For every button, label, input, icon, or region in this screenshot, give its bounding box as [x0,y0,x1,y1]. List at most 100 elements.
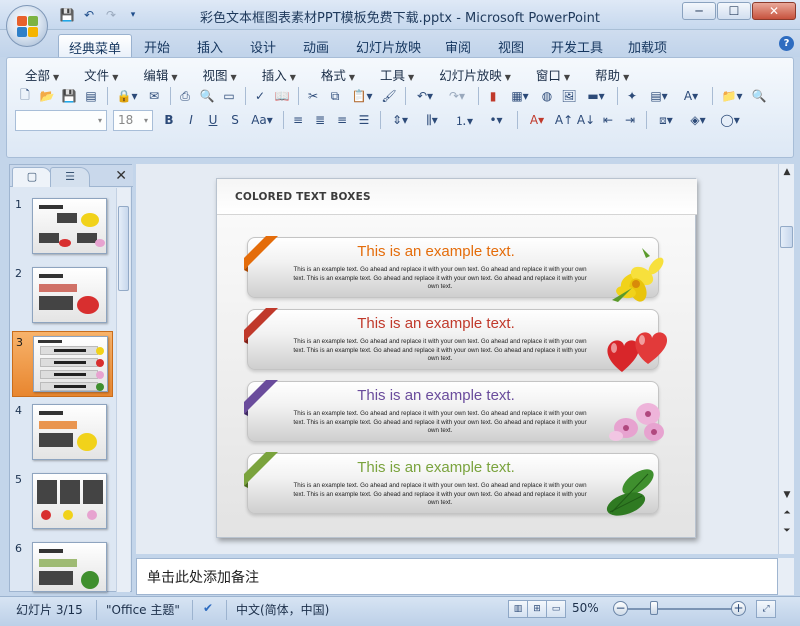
text-box-heading[interactable]: This is an example text. [248,315,624,332]
maximize-button[interactable]: ☐ [717,2,751,20]
text-box-body[interactable]: This is an example text. Go ahead and re… [292,482,588,508]
fit-to-window-icon[interactable]: ⤢ [756,600,776,618]
justify-icon[interactable]: ☰ [354,110,374,130]
align-left-icon[interactable]: ≡ [288,110,308,130]
shape-fill-icon[interactable]: ◯▾ [715,110,745,130]
text-box-3[interactable]: This is an example text. This is an exam… [244,380,664,442]
scroll-up-icon[interactable]: ▲ [781,167,793,177]
slide-view-icon[interactable]: ▭ [219,86,239,106]
tab-insert[interactable]: 插入 [187,34,233,57]
print-icon[interactable]: ⎙ [175,86,195,106]
slide-sorter-view-icon[interactable]: ⊞ [527,600,547,618]
new-slide-icon[interactable]: ✦ [622,86,642,106]
slide-vertical-scrollbar[interactable]: ▲ ▼ ⏶ ⏷ [778,164,794,554]
slide-thumbnail[interactable]: 4 [12,400,113,466]
close-button[interactable]: ✕ [752,2,796,20]
slide-thumbnail[interactable]: 2 [12,263,113,329]
text-box-1[interactable]: This is an example text. This is an exam… [244,236,664,302]
zoom-icon[interactable]: 🔍 [749,86,769,106]
increase-indent-icon[interactable]: ⇥ [620,110,640,130]
menu-tools[interactable]: 工具 ▼ [374,64,420,85]
permission-icon[interactable]: 🔒▾ [112,86,142,106]
slides-panel-scrollbar[interactable] [116,188,130,592]
tab-design[interactable]: 设计 [240,34,286,57]
format-painter-icon[interactable]: 🖌 [379,86,399,106]
text-direction-icon[interactable]: ⇕▾ [385,110,415,130]
table-icon[interactable]: ▦▾ [505,86,535,106]
layout-icon[interactable]: ▤▾ [644,86,674,106]
scroll-down-icon[interactable]: ▼ [781,490,793,500]
slide-thumbnail-selected[interactable]: 3 [12,331,113,397]
slideshow-view-icon[interactable]: ▭ [546,600,566,618]
tab-review[interactable]: 审阅 [435,34,481,57]
tab-view[interactable]: 视图 [488,34,534,57]
menu-slideshow[interactable]: 幻灯片放映 ▼ [433,64,517,85]
menu-edit[interactable]: 编辑 ▼ [137,64,183,85]
align-center-icon[interactable]: ≣ [310,110,330,130]
clipart-icon[interactable]: ◍ [537,86,557,106]
menu-all[interactable]: 全部 ▼ [19,64,65,85]
menu-format[interactable]: 格式 ▼ [315,64,361,85]
tab-home[interactable]: 开始 [134,34,180,57]
columns-icon[interactable]: ⫼▾ [417,110,447,130]
shrink-font-icon[interactable]: A↓ [576,110,596,130]
save-icon[interactable]: 💾 [59,86,79,106]
normal-view-icon[interactable]: ▥ [508,600,528,618]
textbox-icon[interactable]: A▾ [676,86,706,106]
underline-icon[interactable]: U [203,110,223,130]
menu-insert[interactable]: 插入 ▼ [256,64,302,85]
shadow-icon[interactable]: S [225,110,245,130]
undo-icon[interactable]: ↶▾ [410,86,440,106]
text-box-2[interactable]: This is an example text. This is an exam… [244,308,668,372]
slide-thumbnail[interactable]: 6 [12,538,113,592]
zoom-slider-handle[interactable] [650,601,658,615]
menu-file[interactable]: 文件 ▼ [78,64,124,85]
office-button[interactable] [6,5,48,47]
text-box-heading[interactable]: This is an example text. [248,459,624,476]
print-preview-icon[interactable]: 🔍 [197,86,217,106]
current-slide[interactable]: COLORED TEXT BOXES This is an example te… [216,178,697,538]
menu-view[interactable]: 视图 ▼ [197,64,243,85]
decrease-indent-icon[interactable]: ⇤ [598,110,618,130]
tab-addins[interactable]: 加载项 [618,34,677,57]
zoom-out-icon[interactable]: − [613,601,628,616]
spelling-icon[interactable]: ✓ [250,86,270,106]
help-icon[interactable]: ? [779,36,794,51]
slides-tab[interactable]: ▢ [12,167,52,187]
numbering-icon[interactable]: ⒈▾ [449,110,479,130]
char-spacing-icon[interactable]: Aa▾ [247,110,277,130]
bullets-icon[interactable]: •▾ [481,110,511,130]
next-slide-icon[interactable]: ⏷ [781,526,793,536]
text-box-body[interactable]: This is an example text. Go ahead and re… [292,338,588,364]
paste-icon[interactable]: 📋▾ [347,86,377,106]
menu-window[interactable]: 窗口 ▼ [530,64,576,85]
font-color-icon[interactable]: A▾ [522,110,552,130]
font-name-combo[interactable]: ▾ [15,109,107,131]
tab-slideshow[interactable]: 幻灯片放映 [346,34,431,57]
new-icon[interactable]: 🗋 [15,86,35,106]
outline-tab[interactable]: ☰ [50,167,90,187]
shape-icon[interactable]: ▬▾ [581,86,611,106]
text-box-body[interactable]: This is an example text. Go ahead and re… [292,410,588,436]
tab-animation[interactable]: 动画 [293,34,339,57]
grow-font-icon[interactable]: A↑ [554,110,574,130]
slide-title[interactable]: COLORED TEXT BOXES [235,191,371,203]
picture-icon[interactable]: 🖼 [559,86,579,106]
close-icon[interactable]: ✕ [115,168,127,184]
slide-thumbnail[interactable]: 1 [12,194,113,260]
spelling-check-icon[interactable]: ✔ [203,601,213,615]
chart-icon[interactable]: ▮ [483,86,503,106]
quick-styles-icon[interactable]: ◈▾ [683,110,713,130]
arrange-icon[interactable]: ⧈▾ [651,110,681,130]
text-box-heading[interactable]: This is an example text. [248,243,624,260]
research-icon[interactable]: 📖 [272,86,292,106]
scrollbar-thumb[interactable] [118,206,129,291]
tab-classic-menu[interactable]: 经典菜单 [58,34,133,57]
minimize-button[interactable]: ─ [682,2,716,20]
tab-developer[interactable]: 开发工具 [541,34,613,57]
notes-pane[interactable]: 单击此处添加备注 [136,558,778,595]
zoom-level[interactable]: 50% [572,601,599,615]
previous-slide-icon[interactable]: ⏶ [781,508,793,518]
language-indicator[interactable]: 中文(简体，中国) [236,601,329,618]
zoom-slider[interactable] [628,608,732,610]
